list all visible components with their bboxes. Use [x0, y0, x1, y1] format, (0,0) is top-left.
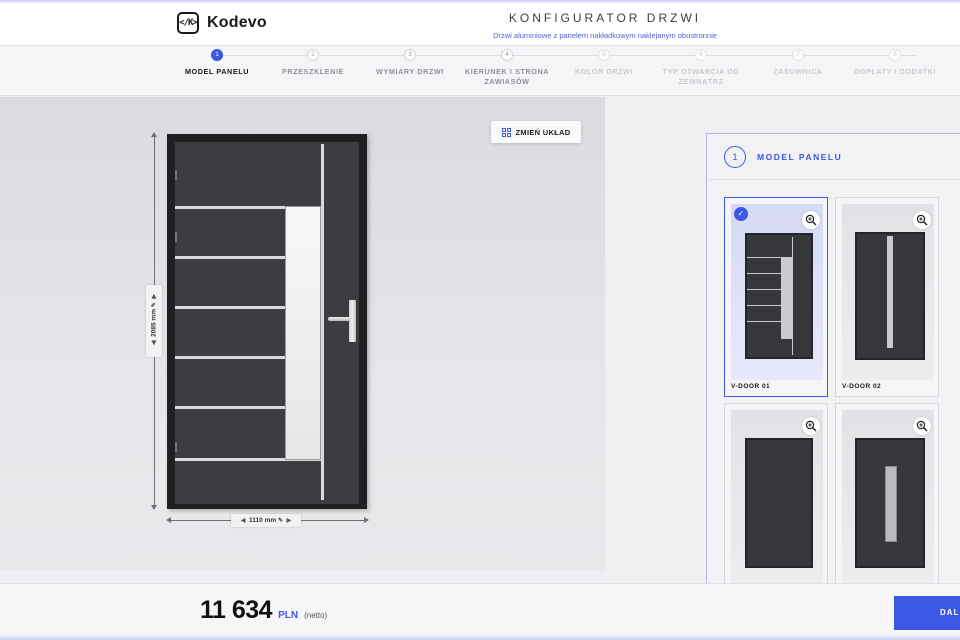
check-icon: ✓ [734, 207, 748, 221]
footer: 11 634 PLN (netto) DAL [0, 583, 960, 640]
door-hinge [175, 170, 177, 180]
step-number: 1 [211, 49, 223, 61]
zoom-icon[interactable] [913, 417, 931, 435]
change-layout-button[interactable]: ZMIEŃ UKŁAD [491, 121, 581, 143]
price-summary: 11 634 PLN (netto) [200, 596, 327, 625]
increase-height-icon[interactable]: ▶ [151, 294, 158, 299]
decrease-width-icon[interactable]: ◀ [241, 515, 246, 528]
mini-glass [781, 257, 792, 339]
step-label: KIERUNEK I STRONA ZAWIASÓW [464, 67, 550, 86]
mini-door [855, 232, 925, 360]
step-przeszklenie[interactable]: 2 PRZESZKLENIE [263, 49, 363, 77]
step-label: TYP OTWARCIA OD ZEWNĄTRZ [662, 67, 740, 86]
step-kierunek-zawiasow[interactable]: 4 KIERUNEK I STRONA ZAWIASÓW [457, 49, 557, 87]
arrow-right-icon [364, 517, 369, 523]
door-hinge [175, 232, 177, 242]
model-card-v-door-01[interactable]: ✓ V-DOOR 01 [724, 197, 828, 397]
stepper: 1 MODEL PANELU 2 PRZESZKLENIE 3 WYMIARY … [0, 46, 960, 96]
mini-groove [792, 237, 793, 355]
change-layout-label: ZMIEŃ UKŁAD [515, 127, 571, 137]
mini-door [745, 438, 813, 568]
logo[interactable]: </K> Kodevo [177, 12, 267, 34]
edit-pencil-icon: ✎ [151, 302, 158, 308]
section-number: 1 [724, 146, 746, 168]
mini-door [745, 233, 813, 359]
step-doplaty-dodatki[interactable]: 8 DOPŁATY I DODATKI [845, 49, 945, 77]
step-label: PRZESZKLENIE [282, 67, 344, 76]
height-value: 2085 mm [150, 309, 158, 337]
width-value: 1110 mm [249, 517, 277, 524]
price-note: (netto) [304, 611, 328, 620]
price-currency: PLN [278, 610, 299, 621]
section-header[interactable]: 1 MODEL PANELU [707, 134, 960, 180]
step-label: KOLOR DRZWI [574, 67, 634, 76]
step-wymiary-drzwi[interactable]: 3 WYMIARY DRZWI [360, 49, 460, 77]
height-dimension-control[interactable]: ◀ 2085 mm ✎ ▶ [146, 285, 162, 357]
arrow-down-icon [151, 505, 157, 510]
title-block: KONFIGURATOR DRZWI Drzwi aluminiowe z pa… [420, 11, 790, 40]
step-zasuwnica[interactable]: 7 ZASUWNICA [748, 49, 848, 77]
step-number: 3 [404, 49, 416, 61]
page-subtitle: Drzwi aluminiowe z panelem nakładkowym n… [493, 31, 717, 40]
step-number: 6 [695, 49, 707, 61]
price-amount: 11 634 [200, 596, 273, 624]
step-number: 4 [501, 49, 513, 61]
model-thumbnail [842, 204, 934, 380]
logo-icon: </K> [177, 12, 199, 34]
door-render [167, 134, 367, 509]
door-glass [285, 206, 321, 460]
step-number: 5 [598, 49, 610, 61]
door-groove [175, 306, 285, 309]
zoom-icon[interactable] [913, 211, 931, 229]
page-title: KONFIGURATOR DRZWI [508, 11, 702, 25]
step-number: 8 [889, 49, 901, 61]
step-model-panelu[interactable]: 1 MODEL PANELU [167, 49, 267, 77]
width-dimension-control[interactable]: ◀ 1110 mm ✎ ▶ [231, 514, 301, 527]
model-thumbnail [842, 410, 934, 586]
door-groove [321, 144, 324, 500]
step-number: 2 [307, 49, 319, 61]
step-typ-otwarcia[interactable]: 6 TYP OTWARCIA OD ZEWNĄTRZ [651, 49, 751, 87]
zoom-icon[interactable] [802, 417, 820, 435]
edit-pencil-icon: ✎ [277, 518, 283, 524]
arrow-left-icon [166, 517, 171, 523]
arrow-up-icon [151, 132, 157, 137]
model-panel-section: 1 MODEL PANELU ✓ V-DOOR 01 V-DOOR 02 [706, 133, 960, 603]
step-label: ZASUWNICA [773, 67, 823, 76]
mini-glass [887, 236, 893, 348]
model-card[interactable] [724, 403, 828, 603]
model-label: V-DOOR 02 [842, 383, 882, 390]
door-groove [175, 256, 285, 259]
step-label: MODEL PANELU [184, 67, 250, 76]
door-groove [175, 406, 285, 409]
step-number: 7 [792, 49, 804, 61]
next-button[interactable]: DAL [894, 596, 960, 630]
mini-glass [885, 466, 897, 542]
model-card-v-door-02[interactable]: V-DOOR 02 [835, 197, 939, 397]
door-preview: ZMIEŃ UKŁAD ◀ 2085 mm ✎ ▶ ◀ 1110 mm ✎ ▶ [0, 97, 605, 570]
door-leaf [175, 142, 359, 504]
mini-door [855, 438, 925, 568]
model-thumbnail [731, 204, 823, 380]
zoom-icon[interactable] [802, 211, 820, 229]
door-hinge [175, 442, 177, 452]
step-label: WYMIARY DRZWI [376, 67, 444, 76]
door-handle-grip [328, 317, 351, 321]
model-card[interactable] [835, 403, 939, 603]
next-button-label: DAL [940, 608, 960, 617]
model-thumbnail [731, 410, 823, 586]
door-handle [349, 300, 356, 342]
step-label: DOPŁATY I DODATKI [853, 67, 937, 76]
height-dimension-text: ◀ 2085 mm ✎ ▶ [151, 284, 158, 356]
logo-text: Kodevo [207, 14, 267, 31]
decrease-height-icon[interactable]: ◀ [151, 340, 158, 345]
grid-icon [501, 127, 511, 137]
door-groove [175, 356, 285, 359]
section-title: MODEL PANELU [757, 152, 843, 162]
model-label: V-DOOR 01 [731, 383, 771, 390]
header: </K> Kodevo KONFIGURATOR DRZWI Drzwi alu… [0, 0, 960, 46]
step-kolor-drzwi[interactable]: 5 KOLOR DRZWI [554, 49, 654, 77]
increase-width-icon[interactable]: ▶ [287, 515, 292, 528]
